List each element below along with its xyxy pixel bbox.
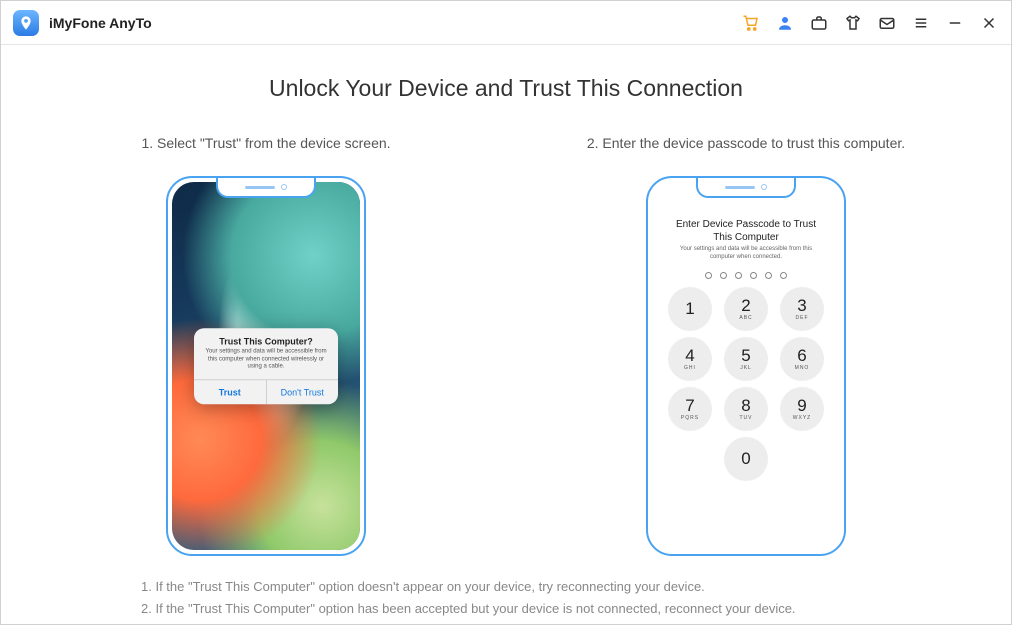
passcode-screen: Enter Device Passcode to Trust This Comp… <box>652 182 840 550</box>
main-content: Unlock Your Device and Trust This Connec… <box>1 45 1011 640</box>
step-2-label: 2. Enter the device passcode to trust th… <box>576 124 916 162</box>
step-1-label: 1. Select "Trust" from the device screen… <box>96 124 436 162</box>
close-button[interactable] <box>979 13 999 33</box>
phone-notch <box>696 178 796 198</box>
phone-mockup-passcode: Enter Device Passcode to Trust This Comp… <box>646 176 846 556</box>
key-1: 1 <box>668 287 712 331</box>
footer-notes: 1. If the "Trust This Computer" option d… <box>51 576 961 620</box>
steps-row: 1. Select "Trust" from the device screen… <box>51 124 961 556</box>
phone-notch <box>216 178 316 198</box>
key-6: 6MNO <box>780 337 824 381</box>
trust-button: Trust <box>194 380 267 404</box>
key-2: 2ABC <box>724 287 768 331</box>
titlebar-actions <box>741 13 999 33</box>
keypad: 1 2ABC 3DEF 4GHI 5JKL 6MNO 7PQRS 8TUV 9W… <box>668 287 824 481</box>
phone-mockup-trust: Trust This Computer? Your settings and d… <box>166 176 366 556</box>
key-8: 8TUV <box>724 387 768 431</box>
dialog-title: Trust This Computer? <box>194 328 338 348</box>
passcode-dots <box>705 272 787 279</box>
passcode-message: Your settings and data will be accessibl… <box>652 244 840 262</box>
note-2: 2. If the "Trust This Computer" option h… <box>141 598 961 620</box>
app-logo <box>13 10 39 36</box>
step-2: 2. Enter the device passcode to trust th… <box>576 124 916 556</box>
key-3: 3DEF <box>780 287 824 331</box>
note-1: 1. If the "Trust This Computer" option d… <box>141 576 961 598</box>
key-5: 5JKL <box>724 337 768 381</box>
trust-dialog: Trust This Computer? Your settings and d… <box>194 328 338 404</box>
shirt-icon[interactable] <box>843 13 863 33</box>
key-7: 7PQRS <box>668 387 712 431</box>
passcode-title: Enter Device Passcode to Trust This Comp… <box>652 218 840 244</box>
mail-icon[interactable] <box>877 13 897 33</box>
page-title: Unlock Your Device and Trust This Connec… <box>51 75 961 102</box>
key-9: 9WXYZ <box>780 387 824 431</box>
titlebar: iMyFone AnyTo <box>1 1 1011 45</box>
key-4: 4GHI <box>668 337 712 381</box>
minimize-button[interactable] <box>945 13 965 33</box>
dont-trust-button: Don't Trust <box>267 380 339 404</box>
briefcase-icon[interactable] <box>809 13 829 33</box>
user-icon[interactable] <box>775 13 795 33</box>
key-0: 0 <box>724 437 768 481</box>
menu-icon[interactable] <box>911 13 931 33</box>
dialog-message: Your settings and data will be accessibl… <box>194 348 338 379</box>
step-1: 1. Select "Trust" from the device screen… <box>96 124 436 556</box>
cart-icon[interactable] <box>741 13 761 33</box>
app-title: iMyFone AnyTo <box>49 15 152 31</box>
